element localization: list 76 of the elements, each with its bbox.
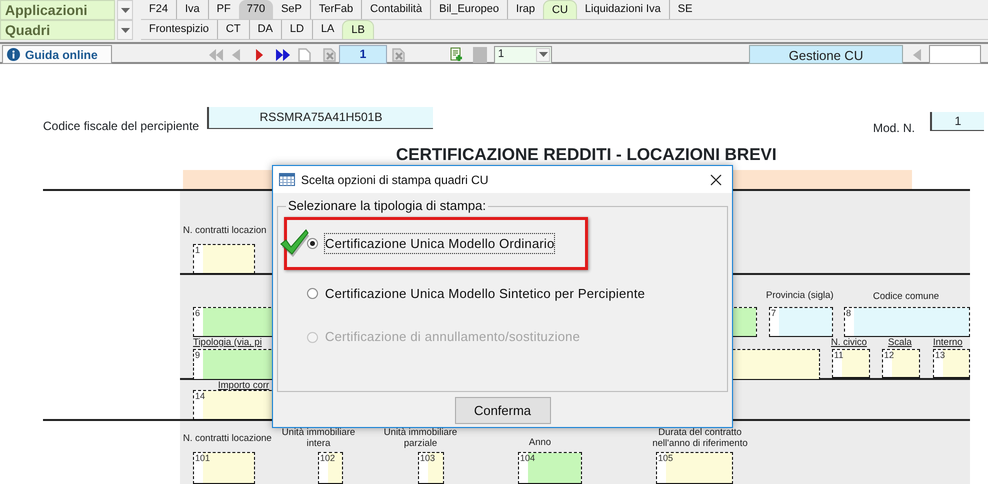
tab[interactable]: Liquidazioni Iva	[576, 0, 669, 19]
input-field[interactable]	[929, 45, 981, 64]
input-field[interactable]: 101	[193, 452, 255, 484]
tab[interactable]: Frontespizio	[141, 20, 217, 39]
input-field[interactable]: 1	[930, 112, 984, 131]
field-label: Scala	[888, 337, 912, 348]
checkmark-icon	[279, 228, 309, 258]
close-icon[interactable]	[710, 174, 722, 186]
field-label: N. contratti locazione	[183, 433, 272, 444]
tab[interactable]: Iva	[176, 0, 208, 19]
field-label: Mod. N.	[873, 120, 916, 137]
tab[interactable]: TerFab	[310, 0, 362, 19]
record-field[interactable]: 1	[339, 45, 387, 64]
delete-page-icon[interactable]	[323, 48, 336, 62]
dropdown-field[interactable]: Applicazioni	[0, 0, 115, 20]
field-label: Provincia (sigla)	[766, 290, 834, 301]
form-title: CERTIFICAZIONE REDDITI - LOCAZIONI BREVI	[396, 144, 777, 166]
field-label: Codice comune	[873, 291, 940, 302]
input-field[interactable]: 105	[656, 452, 733, 484]
window-icon	[279, 173, 295, 186]
field-label: Tipologia (via, pi	[193, 337, 262, 348]
field-label: Codice fiscale del percipiente	[43, 118, 200, 135]
option-label[interactable]: Certificazione Unica Modello Sintetico per Percipiente	[325, 284, 646, 304]
field-label: Unità immobiliare intera	[280, 427, 356, 449]
previous-icon[interactable]	[912, 48, 922, 62]
input-field[interactable]: 11	[832, 349, 870, 378]
group-label: Selezionare la tipologia di stampa:	[287, 198, 488, 214]
field-label: Importo corr	[218, 380, 270, 391]
tab[interactable]: SeP	[273, 0, 310, 19]
caret-icon[interactable]	[120, 8, 130, 12]
manage-button[interactable]: Gestione CU	[749, 45, 903, 64]
previous-icon[interactable]	[231, 48, 241, 62]
first-icon[interactable]	[208, 48, 224, 62]
option-label[interactable]: Certificazione Unica Modello Ordinario	[325, 234, 554, 254]
tab[interactable]: Bil_Europeo	[430, 0, 508, 19]
tab[interactable]: DA	[248, 20, 281, 39]
tab[interactable]: F24	[141, 0, 176, 19]
tab[interactable]: CT	[216, 20, 249, 39]
field-label: Interno	[933, 337, 963, 348]
window-title: Scelta opzioni di stampa quadri CU	[301, 172, 488, 188]
radio-button[interactable]	[307, 238, 318, 249]
input-field[interactable]: 1	[193, 244, 255, 274]
tab[interactable]: 770	[238, 0, 274, 19]
page-select[interactable]: 1	[494, 46, 552, 64]
tab[interactable]: LD	[280, 20, 312, 39]
tab[interactable]: CU	[543, 0, 577, 19]
input-field[interactable]: RSSMRA75A41H501B	[207, 107, 433, 129]
caret-icon[interactable]	[120, 28, 130, 32]
help-button[interactable]: Guida online	[2, 45, 112, 64]
input-field[interactable]: 8	[844, 307, 970, 337]
input-field[interactable]: 102	[318, 452, 343, 484]
field-label: Durata del contratto nell'anno di riferimento	[651, 427, 749, 449]
add-sheet-icon[interactable]	[450, 47, 463, 62]
tab[interactable]: SE	[668, 0, 700, 19]
field-label: Unità immobiliare parziale	[382, 427, 458, 449]
confirm-button[interactable]: Conferma	[454, 397, 550, 424]
input-field[interactable]: 103	[418, 452, 444, 484]
page-icon[interactable]	[298, 48, 311, 62]
field-label: N. contratti locazion	[183, 225, 266, 236]
input-field[interactable]: 104	[518, 452, 582, 484]
input-field[interactable]: 12	[882, 349, 920, 378]
square-icon[interactable]	[473, 46, 487, 62]
dropdown-field[interactable]: Quadri	[0, 20, 115, 40]
field-label: N. civico	[831, 337, 867, 348]
info-icon	[7, 48, 20, 61]
tab[interactable]: Contabilità	[361, 0, 430, 19]
tab[interactable]: LB	[342, 20, 374, 39]
caret-icon[interactable]	[538, 52, 548, 57]
delete-page-icon[interactable]	[392, 48, 405, 62]
input-field[interactable]: 13	[933, 349, 970, 378]
field-label: Anno	[528, 437, 552, 448]
fast-forward-icon[interactable]	[275, 48, 291, 62]
option-label: Certificazione di annullamento/sostituzione	[325, 328, 580, 346]
play-icon[interactable]	[255, 48, 264, 62]
radio-button[interactable]	[307, 288, 318, 299]
input-field[interactable]: 7	[769, 307, 833, 337]
